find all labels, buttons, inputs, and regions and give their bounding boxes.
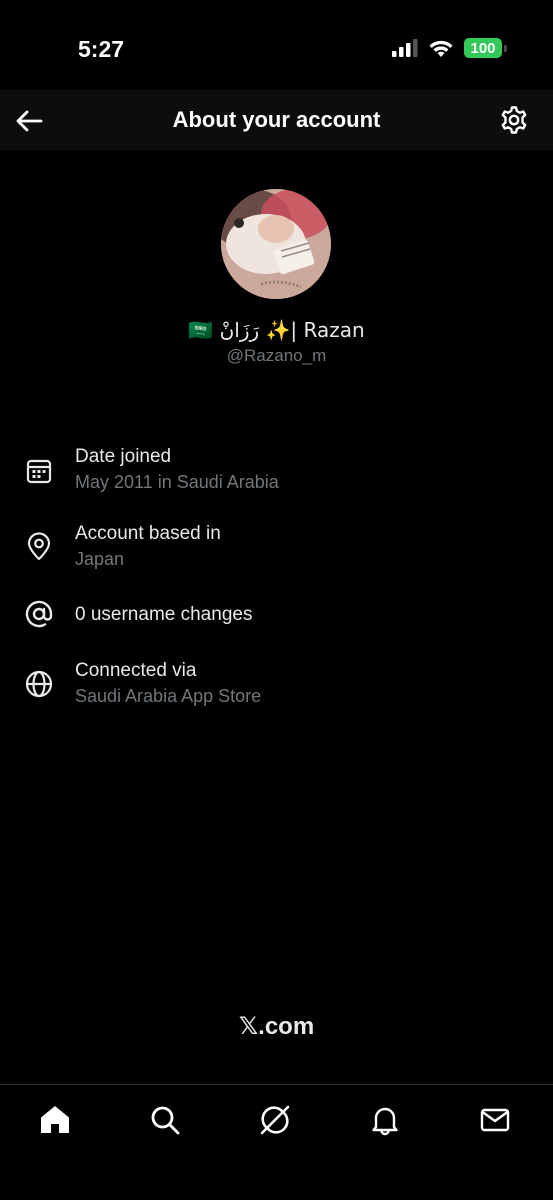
header: About your account [0,90,553,150]
handle: @Razano_m [226,346,327,365]
battery-level: 100 [464,38,502,58]
info-date-joined: Date joined May 2011 in Saudi Arabia [0,444,553,504]
display-name: 🇸🇦 رَزَانْ ✨| Razan [188,318,365,342]
info-account-based: Account based in Japan [0,521,553,581]
battery-icon: 100 [464,38,507,58]
calendar-icon [26,459,52,484]
search-icon[interactable] [148,1103,182,1137]
status-time: 5:27 [78,36,125,62]
avatar-image [221,189,331,299]
date-joined-label: Date joined [75,446,172,467]
globe-icon [25,670,53,698]
bottom-nav [0,1084,553,1200]
avatar[interactable] [221,189,331,299]
status-bar: 5:27 100 [0,0,553,100]
at-sign-icon [25,600,53,628]
username-changes-label: 0 username changes [75,604,253,625]
notifications-icon[interactable] [368,1103,402,1137]
connected-via-value: Saudi Arabia App Store [75,686,262,706]
info-connected-via: Connected via Saudi Arabia App Store [0,658,553,718]
date-joined-value: May 2011 in Saudi Arabia [75,472,279,492]
home-icon[interactable] [38,1103,72,1137]
account-based-value: Japan [75,549,125,569]
messages-icon[interactable] [478,1103,512,1137]
gear-icon[interactable] [499,105,529,135]
page-title: About your account [172,107,381,132]
brand-link[interactable]: 𝕏.com [0,1012,553,1041]
location-pin-icon [27,532,51,561]
account-based-label: Account based in [75,523,221,544]
grok-icon[interactable] [258,1103,292,1137]
connected-via-label: Connected via [75,660,197,681]
status-icons: 100 [392,38,507,58]
info-username-changes: 0 username changes [0,598,553,632]
wifi-icon [429,40,453,57]
signal-icon [392,39,418,57]
